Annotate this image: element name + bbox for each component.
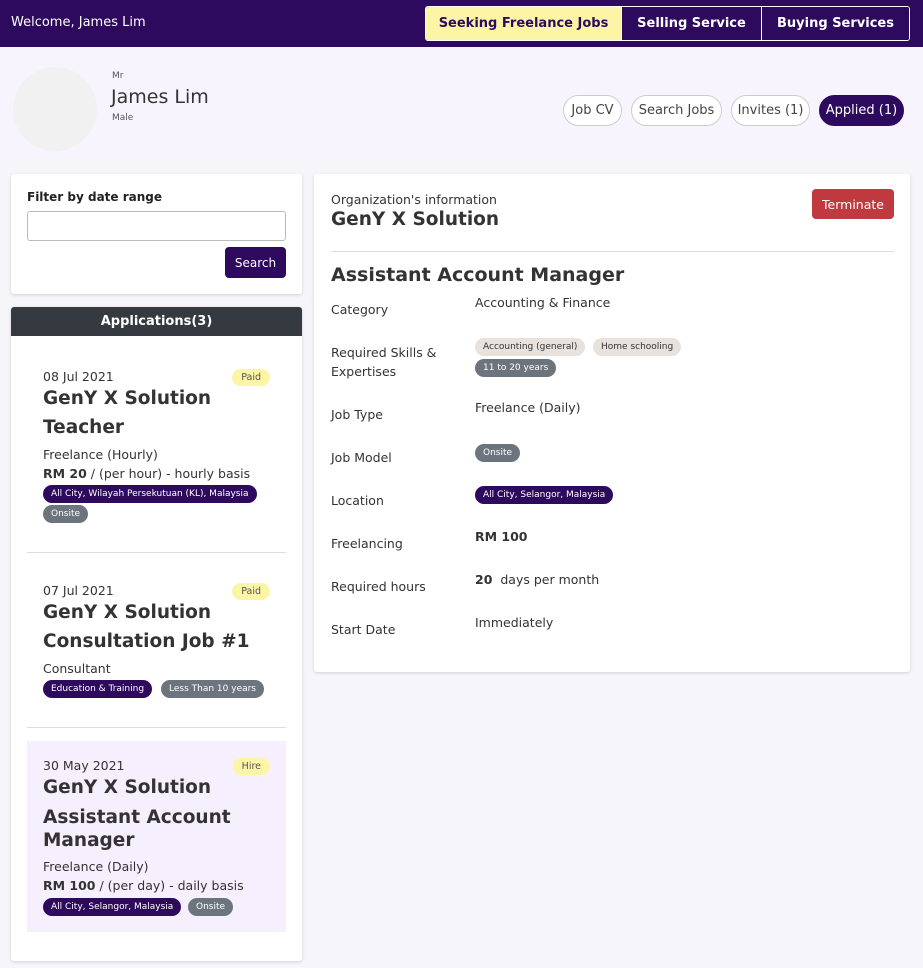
filter-card: Filter by date range Search bbox=[11, 174, 302, 294]
rate-amount: RM 20 bbox=[43, 466, 87, 481]
mode-switcher: Seeking Freelance Jobs Selling Service B… bbox=[425, 6, 910, 41]
applications-card: Applications(3) 08 Jul 2021 Paid GenY X … bbox=[11, 307, 302, 961]
job-model-tag: Onsite bbox=[188, 898, 234, 916]
application-type: Consultant bbox=[43, 661, 111, 676]
application-title-line2: Manager bbox=[43, 830, 135, 851]
application-date: 07 Jul 2021 bbox=[43, 583, 114, 598]
application-title: Consultation Job #1 bbox=[43, 631, 250, 652]
start-date-value: Immediately bbox=[475, 615, 554, 630]
application-org: GenY X Solution bbox=[43, 388, 212, 409]
skill-tag: Home schooling bbox=[593, 338, 682, 356]
application-rate: RM 20 / (per hour) - hourly basis bbox=[43, 466, 250, 481]
profile-name: James Lim bbox=[111, 86, 209, 108]
rate-suffix: / (per day) - daily basis bbox=[95, 878, 244, 893]
category-label: Category bbox=[331, 302, 389, 317]
mode-buying-services[interactable]: Buying Services bbox=[761, 7, 909, 40]
application-item[interactable]: 07 Jul 2021 Paid GenY X Solution Consult… bbox=[27, 570, 286, 720]
search-button[interactable]: Search bbox=[225, 247, 286, 278]
top-bar: Welcome, James Lim Seeking Freelance Job… bbox=[0, 0, 923, 47]
application-item[interactable]: 08 Jul 2021 Paid GenY X Solution Teacher… bbox=[27, 356, 286, 539]
org-info-label: Organization's information bbox=[331, 192, 497, 207]
application-org: GenY X Solution bbox=[43, 777, 212, 798]
divider bbox=[27, 552, 286, 553]
hours-unit: days per month bbox=[500, 572, 600, 587]
rate-amount: RM 100 bbox=[43, 878, 96, 893]
freelancing-label: Freelancing bbox=[331, 536, 403, 551]
job-title: Assistant Account Manager bbox=[331, 264, 625, 286]
org-name: GenY X Solution bbox=[331, 209, 500, 230]
application-title: Teacher bbox=[43, 417, 125, 438]
required-hours-value: 20 days per month bbox=[475, 572, 599, 587]
start-date-label: Start Date bbox=[331, 622, 396, 637]
location-tag: All City, Wilayah Persekutuan (KL), Mala… bbox=[43, 485, 257, 503]
location-tag: All City, Selangor, Malaysia bbox=[475, 486, 614, 504]
experience-tag: 11 to 20 years bbox=[475, 359, 557, 377]
nav-job-cv[interactable]: Job CV bbox=[563, 95, 622, 126]
job-detail-card: Organization's information GenY X Soluti… bbox=[314, 174, 910, 672]
nav-search-jobs[interactable]: Search Jobs bbox=[631, 95, 722, 126]
status-badge: Paid bbox=[232, 583, 270, 600]
hours-number: 20 bbox=[475, 572, 493, 587]
date-range-input[interactable] bbox=[27, 211, 286, 241]
application-rate: RM 100 / (per day) - daily basis bbox=[43, 878, 244, 893]
job-type-value: Freelance (Daily) bbox=[475, 400, 581, 415]
skill-tag: Accounting (general) bbox=[475, 338, 586, 356]
category-value: Accounting & Finance bbox=[475, 295, 611, 310]
required-hours-label: Required hours bbox=[331, 579, 426, 594]
applications-header: Applications(3) bbox=[11, 307, 302, 336]
rate-suffix: / (per hour) - hourly basis bbox=[86, 466, 251, 481]
profile-title: Mr bbox=[112, 71, 124, 81]
application-org: GenY X Solution bbox=[43, 602, 212, 623]
job-model-tag: Onsite bbox=[475, 444, 521, 462]
job-model-tag: Onsite bbox=[43, 505, 89, 523]
application-item-selected[interactable]: 30 May 2021 Hire GenY X Solution Assista… bbox=[27, 741, 286, 932]
application-type: Freelance (Daily) bbox=[43, 859, 149, 874]
location-label: Location bbox=[331, 493, 384, 508]
filter-label: Filter by date range bbox=[27, 190, 163, 204]
avatar bbox=[13, 67, 97, 151]
job-model-label: Job Model bbox=[331, 450, 392, 465]
nav-invites[interactable]: Invites (1) bbox=[731, 95, 810, 126]
divider bbox=[27, 727, 286, 728]
location-tag: All City, Selangor, Malaysia bbox=[43, 898, 182, 916]
skills-label-line1: Required Skills & bbox=[331, 345, 437, 360]
experience-tag: Less Than 10 years bbox=[161, 680, 264, 698]
welcome-text: Welcome, James Lim bbox=[11, 15, 146, 30]
freelancing-amount: RM 100 bbox=[475, 529, 528, 544]
freelancing-value: RM 100 bbox=[475, 529, 528, 544]
application-date: 08 Jul 2021 bbox=[43, 369, 114, 384]
divider bbox=[331, 251, 894, 252]
application-date: 30 May 2021 bbox=[43, 758, 125, 773]
status-badge: Hire bbox=[232, 758, 270, 775]
application-type: Freelance (Hourly) bbox=[43, 447, 158, 462]
status-badge: Paid bbox=[232, 369, 270, 386]
skills-label-line2: Expertises bbox=[331, 364, 397, 379]
mode-selling-service[interactable]: Selling Service bbox=[621, 7, 761, 40]
nav-applied[interactable]: Applied (1) bbox=[819, 95, 904, 126]
job-type-label: Job Type bbox=[331, 407, 383, 422]
profile-gender: Male bbox=[112, 113, 134, 123]
mode-seeking-freelance-jobs[interactable]: Seeking Freelance Jobs bbox=[426, 7, 621, 40]
category-tag: Education & Training bbox=[43, 680, 153, 698]
terminate-button[interactable]: Terminate bbox=[812, 189, 894, 219]
